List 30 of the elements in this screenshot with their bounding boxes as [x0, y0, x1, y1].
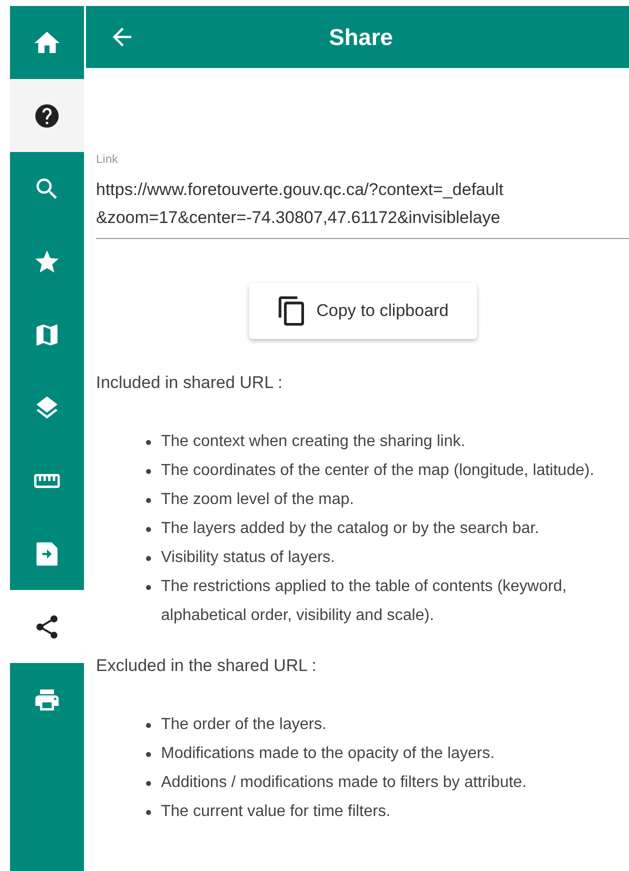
field-value-line: https://www.foretouverte.gouv.qc.ca/?context=_default [96, 179, 504, 201]
link-field[interactable]: Link https://www.foretouverte.gouv.qc.ca/?context=_default &zoom=17&center=-74.30807,47.61172&invisiblelaye [96, 150, 629, 239]
bullet-icon [146, 781, 151, 786]
field-label: Link [96, 151, 120, 168]
header-title: Share [329, 22, 393, 52]
list-item-text: The restrictions applied to the table of contents (keyword, alphabetical order, visibility and scale). [161, 577, 568, 626]
list-item-text: Additions / modifications made to filters by attribute. [161, 773, 527, 793]
bullet-icon [146, 440, 151, 445]
bullet-icon [146, 498, 151, 503]
list-item-text: Modifications made to the opacity of the layers. [161, 744, 495, 764]
section-heading: Excluded in the shared URL : [96, 655, 318, 677]
bullet-icon [146, 527, 151, 532]
bullet-icon [146, 556, 151, 561]
list-item-text: Visibility status of layers. [161, 548, 335, 568]
sidebar-button[interactable] [10, 79, 84, 152]
list-item-text: The current value for time filters. [161, 802, 390, 822]
bullet-icon [146, 723, 151, 728]
copy-button[interactable]: Copy to clipboard [248, 283, 476, 339]
help-icon [33, 102, 61, 130]
section-heading: Included in shared URL : [96, 372, 284, 394]
list-item-text: The coordinates of the center of the map (longitude, latitude). [161, 461, 594, 481]
bullet-icon [146, 469, 151, 474]
bullet-icon [146, 585, 151, 590]
list-item-text: The zoom level of the map. [161, 490, 354, 510]
list-item-text: The layers added by the catalog or by the search bar. [161, 519, 540, 539]
bullet-icon [146, 810, 151, 815]
field-value-line: &zoom=17&center=-74.30807,47.61172&invisiblelaye [96, 207, 502, 229]
bullet-icon [146, 752, 151, 757]
list-item-text: The order of the layers. [161, 715, 326, 735]
list-item-text: The context when creating the sharing link. [161, 432, 466, 452]
